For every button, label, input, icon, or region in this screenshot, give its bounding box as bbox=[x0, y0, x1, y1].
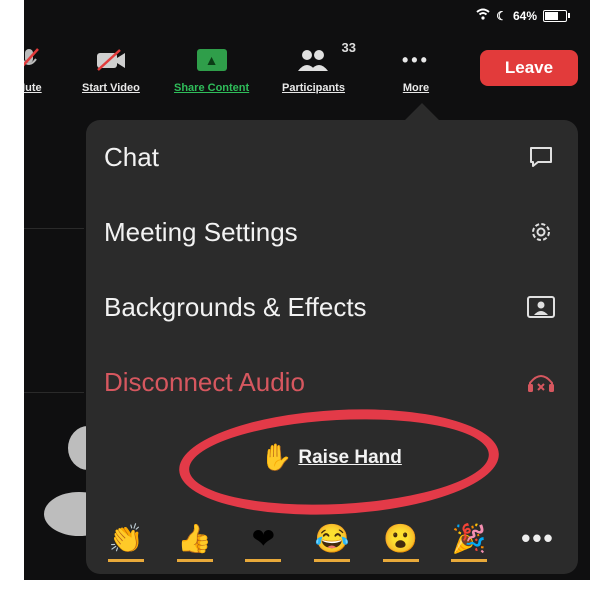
moon-icon: ☾ bbox=[496, 8, 507, 23]
participants-icon: 33 bbox=[295, 40, 356, 74]
more-button[interactable]: ••• More bbox=[402, 46, 430, 95]
heart-reaction-icon[interactable]: ❤ bbox=[243, 518, 283, 562]
start-video-label: Start Video bbox=[82, 82, 140, 94]
share-arrow-icon: ▲ bbox=[196, 49, 227, 71]
menu-item-disconnect-audio[interactable]: Disconnect Audio bbox=[104, 357, 558, 407]
video-tile-divider bbox=[24, 392, 84, 393]
party-reaction-icon[interactable]: 🎉 bbox=[449, 518, 489, 562]
share-content-label: Share Content bbox=[174, 82, 250, 94]
more-dots-icon: ••• bbox=[402, 49, 430, 70]
status-bar: ☾ 64% bbox=[476, 8, 570, 23]
microphone-icon bbox=[24, 46, 41, 74]
gear-icon bbox=[524, 215, 558, 249]
participants-count: 33 bbox=[341, 40, 356, 55]
menu-item-backgrounds-effects[interactable]: Backgrounds & Effects bbox=[104, 282, 558, 332]
zoom-meeting-screen: ☾ 64% Mute Start Video ▲ Share Content bbox=[24, 0, 590, 580]
chat-bubble-icon bbox=[524, 140, 558, 174]
video-tile-divider bbox=[24, 228, 84, 229]
participants-button[interactable]: 33 Participants bbox=[282, 40, 356, 94]
video-off-icon bbox=[94, 46, 128, 74]
mute-label: Mute bbox=[24, 82, 42, 94]
clap-reaction-icon[interactable]: 👏 bbox=[106, 518, 146, 562]
menu-item-label: Meeting Settings bbox=[104, 216, 298, 247]
menu-item-label: Backgrounds & Effects bbox=[104, 291, 367, 322]
wifi-icon bbox=[476, 8, 490, 23]
menu-item-meeting-settings[interactable]: Meeting Settings bbox=[104, 207, 558, 257]
more-reactions-button[interactable]: ••• bbox=[518, 518, 558, 558]
battery-percent: 64% bbox=[512, 8, 537, 23]
thumbs-up-reaction-icon[interactable]: 👍 bbox=[175, 518, 215, 562]
reactions-bar: 👏 👍 ❤ 😂 😮 🎉 ••• bbox=[106, 518, 558, 562]
meeting-toolbar: Mute Start Video ▲ Share Content 33 Part… bbox=[24, 38, 590, 98]
more-label: More bbox=[402, 82, 430, 94]
surprised-reaction-icon[interactable]: 😮 bbox=[381, 518, 421, 562]
menu-item-label: Chat bbox=[104, 141, 159, 172]
menu-item-label: Disconnect Audio bbox=[104, 366, 305, 397]
headphones-disconnect-icon bbox=[524, 365, 558, 399]
share-content-button[interactable]: ▲ Share Content bbox=[174, 46, 249, 94]
start-video-button[interactable]: Start Video bbox=[82, 46, 140, 94]
menu-item-chat[interactable]: Chat bbox=[104, 132, 558, 182]
battery-icon bbox=[543, 9, 567, 22]
laugh-reaction-icon[interactable]: 😂 bbox=[312, 518, 352, 562]
background-person-icon bbox=[524, 290, 558, 324]
mute-button[interactable]: Mute bbox=[24, 46, 42, 94]
participants-label: Participants bbox=[282, 82, 345, 94]
leave-button[interactable]: Leave bbox=[480, 50, 578, 86]
